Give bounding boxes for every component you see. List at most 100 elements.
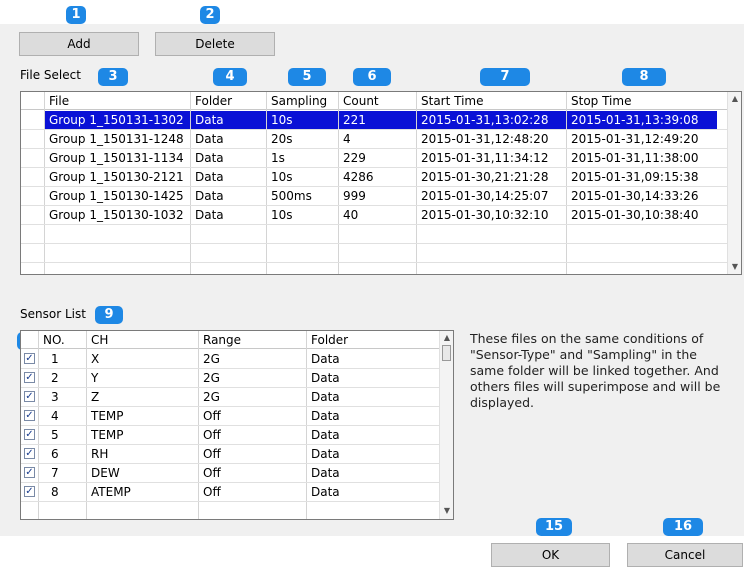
file-row-file[interactable]: Group 1_150130-1425 [45, 187, 191, 205]
file-row-count[interactable]: 4 [339, 130, 417, 148]
file-row-stop[interactable]: 2015-01-31,09:15:38 [567, 168, 717, 186]
file-row-selected-stop[interactable]: 2015-01-31,13:39:08 [567, 111, 717, 129]
col-ch[interactable]: CH [87, 331, 199, 349]
sensor-folder: Data [311, 466, 340, 480]
add-button[interactable]: Add [19, 32, 139, 56]
file-row-sampling[interactable]: 10s [267, 168, 339, 186]
cancel-button[interactable]: Cancel [627, 543, 743, 567]
file-row-folder[interactable]: Data [191, 206, 267, 224]
sensor-ch: X [91, 352, 100, 366]
file-row-folder[interactable]: Data [191, 168, 267, 186]
scroll-down-icon[interactable]: ▼ [728, 261, 741, 273]
file-row-start[interactable]: 2015-01-31,12:48:20 [417, 130, 567, 148]
sensor-ch: DEW [91, 466, 120, 480]
sensor-no: 4 [51, 409, 59, 423]
file-table-header: File Folder Sampling Count Start Time St… [21, 92, 741, 110]
file-row-selected-folder[interactable]: Data [191, 111, 267, 129]
col-sampling[interactable]: Sampling [267, 92, 339, 110]
sensor-checkbox[interactable]: ✓ [24, 353, 35, 364]
file-row-stop[interactable]: 2015-01-31,11:38:00 [567, 149, 717, 167]
info-text: These files on the same conditions of "S… [470, 331, 721, 410]
sensor-range: Off [203, 409, 221, 423]
sensor-checkbox[interactable]: ✓ [24, 467, 35, 478]
sensor-checkbox[interactable]: ✓ [24, 391, 35, 402]
col-count[interactable]: Count [339, 92, 417, 110]
file-row-stop[interactable]: 2015-01-30,10:38:40 [567, 206, 717, 224]
scroll-up-icon[interactable]: ▲ [728, 93, 741, 105]
col-start-time[interactable]: Start Time [417, 92, 567, 110]
file-row-start[interactable]: 2015-01-30,14:25:07 [417, 187, 567, 205]
sensor-checkbox[interactable]: ✓ [24, 372, 35, 383]
file-row-sampling[interactable]: 20s [267, 130, 339, 148]
sensor-range: 2G [203, 371, 220, 385]
delete-button[interactable]: Delete [155, 32, 275, 56]
file-row-count[interactable]: 229 [339, 149, 417, 167]
file-row-start[interactable]: 2015-01-30,10:32:10 [417, 206, 567, 224]
sensor-folder: Data [311, 390, 340, 404]
sensor-ch: TEMP [91, 409, 124, 423]
file-row-count[interactable]: 4286 [339, 168, 417, 186]
col-range[interactable]: Range [199, 331, 307, 349]
badge-2: 2 [200, 6, 220, 24]
col-folder[interactable]: Folder [307, 331, 437, 349]
file-row-file[interactable]: Group 1_150131-1134 [45, 149, 191, 167]
file-row-sampling[interactable]: 10s [267, 206, 339, 224]
row-divider [21, 501, 439, 502]
file-row-selected-count[interactable]: 221 [339, 111, 417, 129]
file-row-file[interactable]: Group 1_150131-1248 [45, 130, 191, 148]
sensor-checkbox[interactable]: ✓ [24, 410, 35, 421]
sensor-ch: ATEMP [91, 485, 131, 499]
col-file[interactable]: File [45, 92, 191, 110]
col-folder[interactable]: Folder [191, 92, 267, 110]
sensor-folder: Data [311, 409, 340, 423]
file-row-file[interactable]: Group 1_150130-2121 [45, 168, 191, 186]
file-row-selected-file[interactable]: Group 1_150131-1302 [45, 111, 191, 129]
file-row-count[interactable]: 40 [339, 206, 417, 224]
sensor-folder: Data [311, 352, 340, 366]
file-row-selected-sampling[interactable]: 10s [267, 111, 339, 129]
sensor-ch: Y [91, 371, 99, 385]
badge-6: 6 [353, 68, 391, 86]
sensor-no: 8 [51, 485, 59, 499]
sensor-checkbox[interactable]: ✓ [24, 486, 35, 497]
file-row-selected-start[interactable]: 2015-01-31,13:02:28 [417, 111, 567, 129]
badge-9: 9 [95, 306, 123, 324]
file-row-folder[interactable]: Data [191, 149, 267, 167]
sensor-checkbox[interactable]: ✓ [24, 429, 35, 440]
file-row-folder[interactable]: Data [191, 130, 267, 148]
sensor-table-scrollbar[interactable]: ▲ ▼ [439, 331, 453, 519]
col-stop-time[interactable]: Stop Time [567, 92, 717, 110]
sensor-table[interactable]: NO. CH Range Folder ✓ 1 X 2G Data ✓ 2 Y … [20, 330, 454, 520]
file-row-start[interactable]: 2015-01-30,21:21:28 [417, 168, 567, 186]
sensor-no: 6 [51, 447, 59, 461]
badge-7: 7 [480, 68, 530, 86]
sensor-checkbox[interactable]: ✓ [24, 448, 35, 459]
ok-button[interactable]: OK [491, 543, 610, 567]
sensor-range: Off [203, 466, 221, 480]
file-table[interactable]: File Folder Sampling Count Start Time St… [20, 91, 742, 275]
file-row-count[interactable]: 999 [339, 187, 417, 205]
scroll-up-icon[interactable]: ▲ [440, 332, 453, 344]
sensor-ch: Z [91, 390, 100, 404]
scroll-thumb[interactable] [442, 345, 451, 361]
file-row-start[interactable]: 2015-01-31,11:34:12 [417, 149, 567, 167]
scroll-down-icon[interactable]: ▼ [440, 505, 453, 517]
file-row-stop[interactable]: 2015-01-31,12:49:20 [567, 130, 717, 148]
badge-16: 16 [663, 518, 703, 536]
sensor-range: Off [203, 485, 221, 499]
sensor-range: Off [203, 447, 221, 461]
file-row-folder[interactable]: Data [191, 187, 267, 205]
sensor-no: 7 [51, 466, 59, 480]
sensor-no: 3 [51, 390, 59, 404]
col-no[interactable]: NO. [39, 331, 89, 349]
file-row-sampling[interactable]: 500ms [267, 187, 339, 205]
sensor-list-label: Sensor List [20, 307, 86, 321]
badge-4: 4 [213, 68, 247, 86]
badge-8: 8 [622, 68, 666, 86]
file-row-stop[interactable]: 2015-01-30,14:33:26 [567, 187, 717, 205]
file-table-scrollbar[interactable]: ▲ ▼ [727, 92, 741, 274]
badge-1: 1 [66, 6, 86, 24]
file-row-sampling[interactable]: 1s [267, 149, 339, 167]
row-divider [21, 262, 729, 263]
file-row-file[interactable]: Group 1_150130-1032 [45, 206, 191, 224]
